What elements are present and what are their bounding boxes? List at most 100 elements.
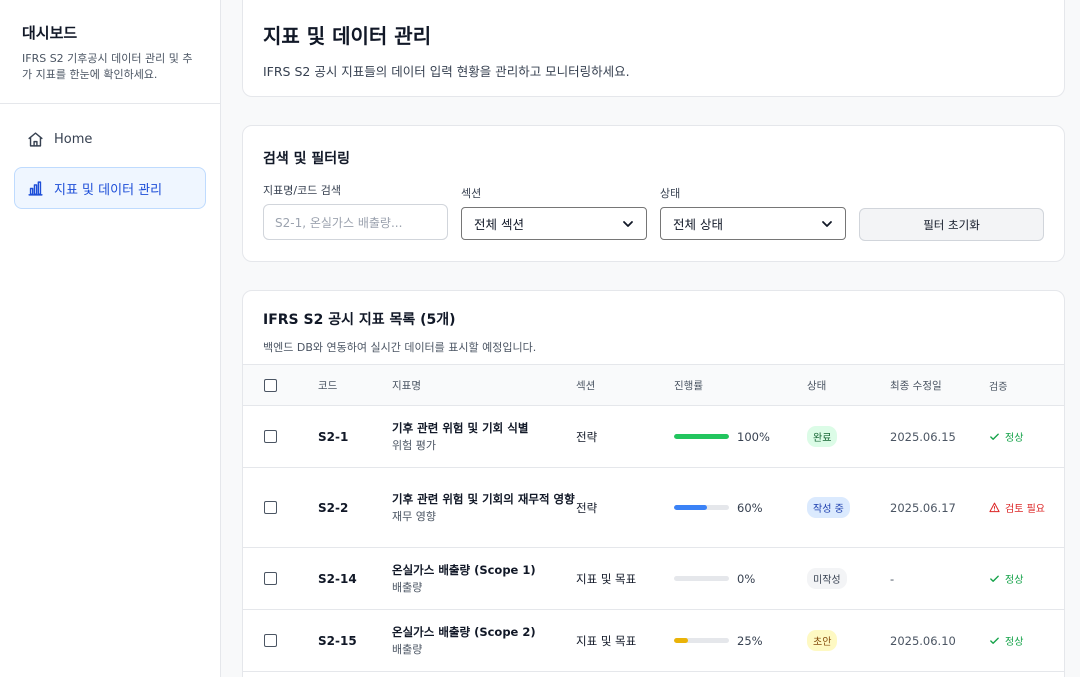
header-section[interactable]: 섹션 <box>576 378 674 393</box>
home-icon <box>28 131 43 147</box>
table-row[interactable]: S2-2 기후 관련 위험 및 기회의 재무적 영향 재무 영향 전략 60% 작성 중2… <box>243 468 1064 548</box>
progress-bar <box>674 638 729 643</box>
indicator-name[interactable]: 기후 관련 위험 및 기회의 재무적 영향 <box>392 491 576 508</box>
indicator-category: 배출량 <box>392 642 423 656</box>
cell-name: 온실가스 배출량 (Scope 2) 배출량 <box>392 624 576 658</box>
cell-updated: 2025.06.17 <box>890 500 956 515</box>
table-row[interactable]: S2-14 온실가스 배출량 (Scope 1) 배출량 지표 및 목표 0% 미작성 - 정… <box>243 548 1064 610</box>
progress-label: 100% <box>737 429 770 444</box>
row-select-cell <box>243 501 318 514</box>
progress-label: 25% <box>737 633 763 648</box>
cell-code: S2-15 <box>318 633 357 648</box>
status-label: 상태 <box>660 187 681 200</box>
cell-name: 온실가스 배출량 (Scope 1) 배출량 <box>392 562 576 596</box>
warning-icon <box>989 502 1000 513</box>
status-badge: 작성 중 <box>807 497 850 518</box>
progress-bar-fill <box>674 638 688 643</box>
header-verify[interactable]: 검증 <box>989 378 1064 393</box>
header-name[interactable]: 지표명 <box>392 378 576 393</box>
table-row[interactable]: S2-15 온실가스 배출량 (Scope 2) 배출량 지표 및 목표 25% 초안 20… <box>243 610 1064 672</box>
select-all-checkbox[interactable] <box>264 378 277 392</box>
row-checkbox[interactable] <box>264 634 277 647</box>
filter-row: 지표명/코드 검색 S2-1, 온실가스 배출량... 섹션 전체 섹션 상태 … <box>263 182 1044 241</box>
header-progress[interactable]: 진행률 <box>674 378 807 393</box>
cell-verify: 정상 <box>989 429 1064 444</box>
section-select-value: 전체 섹션 <box>474 217 524 232</box>
table-header-area: IFRS S2 공시 지표 목록 (5개) 백엔드 DB와 연동하여 실시간 데… <box>243 291 1064 364</box>
table-body: S2-1 기후 관련 위험 및 기회 식별 위험 평가 전략 100% 완료 2025.06… <box>243 406 1064 672</box>
status-badge: 초안 <box>807 630 838 651</box>
row-checkbox[interactable] <box>264 572 277 585</box>
row-checkbox[interactable] <box>264 430 277 443</box>
section-select[interactable]: 전체 섹션 <box>461 207 647 240</box>
progress-bar <box>674 576 729 581</box>
cell-name: 기후 관련 위험 및 기회 식별 위험 평가 <box>392 420 576 454</box>
check-icon <box>990 637 999 644</box>
header-status[interactable]: 상태 <box>807 378 890 393</box>
verify-label: 검토 필요 <box>1005 504 1045 515</box>
header-code[interactable]: 코드 <box>318 378 392 393</box>
cell-progress: 100% <box>674 430 807 444</box>
cell-verify: 정상 <box>989 571 1064 586</box>
status-group: 상태 전체 상태 <box>660 185 846 240</box>
status-badge: 미작성 <box>807 568 847 589</box>
sidebar-nav: Home 지표 및 데이터 관리 <box>0 104 220 230</box>
cell-code: S2-1 <box>318 429 349 444</box>
cell-verify: 정상 <box>989 633 1064 648</box>
cell-progress: 60% <box>674 501 807 515</box>
indicator-category: 배출량 <box>392 580 423 594</box>
cell-status: 작성 중 <box>807 497 890 518</box>
cell-updated: 2025.06.15 <box>890 429 956 444</box>
progress-bar <box>674 434 729 439</box>
status-select-value: 전체 상태 <box>673 217 723 232</box>
cell-verify: 검토 필요 <box>989 500 1064 515</box>
verify-label: 정상 <box>1005 637 1024 648</box>
cell-code: S2-2 <box>318 500 349 515</box>
verify-label: 정상 <box>1005 433 1024 444</box>
table-row[interactable]: S2-1 기후 관련 위험 및 기회 식별 위험 평가 전략 100% 완료 2025.06… <box>243 406 1064 468</box>
sidebar: 대시보드 IFRS S2 기후공시 데이터 관리 및 추가 지표를 한눈에 확인… <box>0 0 221 677</box>
sidebar-item-indicators[interactable]: 지표 및 데이터 관리 <box>14 167 206 209</box>
cell-section: 지표 및 목표 <box>576 633 637 648</box>
status-select[interactable]: 전체 상태 <box>660 207 846 240</box>
indicator-category: 위험 평가 <box>392 438 436 452</box>
header-updated[interactable]: 최종 수정일 <box>890 378 989 393</box>
page-subtitle: IFRS S2 공시 지표들의 데이터 입력 현황을 관리하고 모니터링하세요. <box>263 64 630 79</box>
check-icon <box>990 575 999 582</box>
sidebar-title: 대시보드 <box>22 24 78 42</box>
reset-filter-button[interactable]: 필터 초기화 <box>859 208 1044 241</box>
sidebar-header: 대시보드 IFRS S2 기후공시 데이터 관리 및 추가 지표를 한눈에 확인… <box>0 0 220 104</box>
section-group: 섹션 전체 섹션 <box>461 185 647 240</box>
sidebar-item-home[interactable]: Home <box>14 118 206 160</box>
indicator-name[interactable]: 온실가스 배출량 (Scope 1) <box>392 562 576 579</box>
select-all-cell <box>243 378 318 392</box>
row-checkbox[interactable] <box>264 501 277 514</box>
search-label: 지표명/코드 검색 <box>263 184 342 197</box>
search-input[interactable]: S2-1, 온실가스 배출량... <box>263 204 448 240</box>
page-header-card: 지표 및 데이터 관리 IFRS S2 공시 지표들의 데이터 입력 현황을 관… <box>242 0 1065 97</box>
table-header-row: 코드 지표명 섹션 진행률 상태 최종 수정일 검증 <box>243 364 1064 406</box>
table-title: IFRS S2 공시 지표 목록 (5개) <box>263 312 456 328</box>
search-group: 지표명/코드 검색 S2-1, 온실가스 배출량... <box>263 182 448 240</box>
status-badge: 완료 <box>807 426 838 447</box>
progress-label: 60% <box>737 500 763 515</box>
cell-updated: - <box>890 571 895 586</box>
filter-card: 검색 및 필터링 지표명/코드 검색 S2-1, 온실가스 배출량... 섹션 … <box>242 125 1065 262</box>
sidebar-description: IFRS S2 기후공시 데이터 관리 및 추가 지표를 한눈에 확인하세요. <box>22 52 193 81</box>
row-select-cell <box>243 572 318 585</box>
indicator-name[interactable]: 온실가스 배출량 (Scope 2) <box>392 624 576 641</box>
chevron-down-icon <box>822 220 832 227</box>
cell-section: 지표 및 목표 <box>576 571 637 586</box>
row-select-cell <box>243 634 318 647</box>
section-label: 섹션 <box>461 187 482 200</box>
progress-bar-fill <box>674 434 729 439</box>
cell-section: 전략 <box>576 429 598 444</box>
indicator-name[interactable]: 기후 관련 위험 및 기회 식별 <box>392 420 576 437</box>
chevron-down-icon <box>623 220 633 227</box>
cell-status: 초안 <box>807 630 890 651</box>
cell-code: S2-14 <box>318 571 357 586</box>
bar-chart-icon <box>28 180 43 196</box>
cell-status: 완료 <box>807 426 890 447</box>
row-select-cell <box>243 430 318 443</box>
indicator-table-card: IFRS S2 공시 지표 목록 (5개) 백엔드 DB와 연동하여 실시간 데… <box>242 290 1065 677</box>
